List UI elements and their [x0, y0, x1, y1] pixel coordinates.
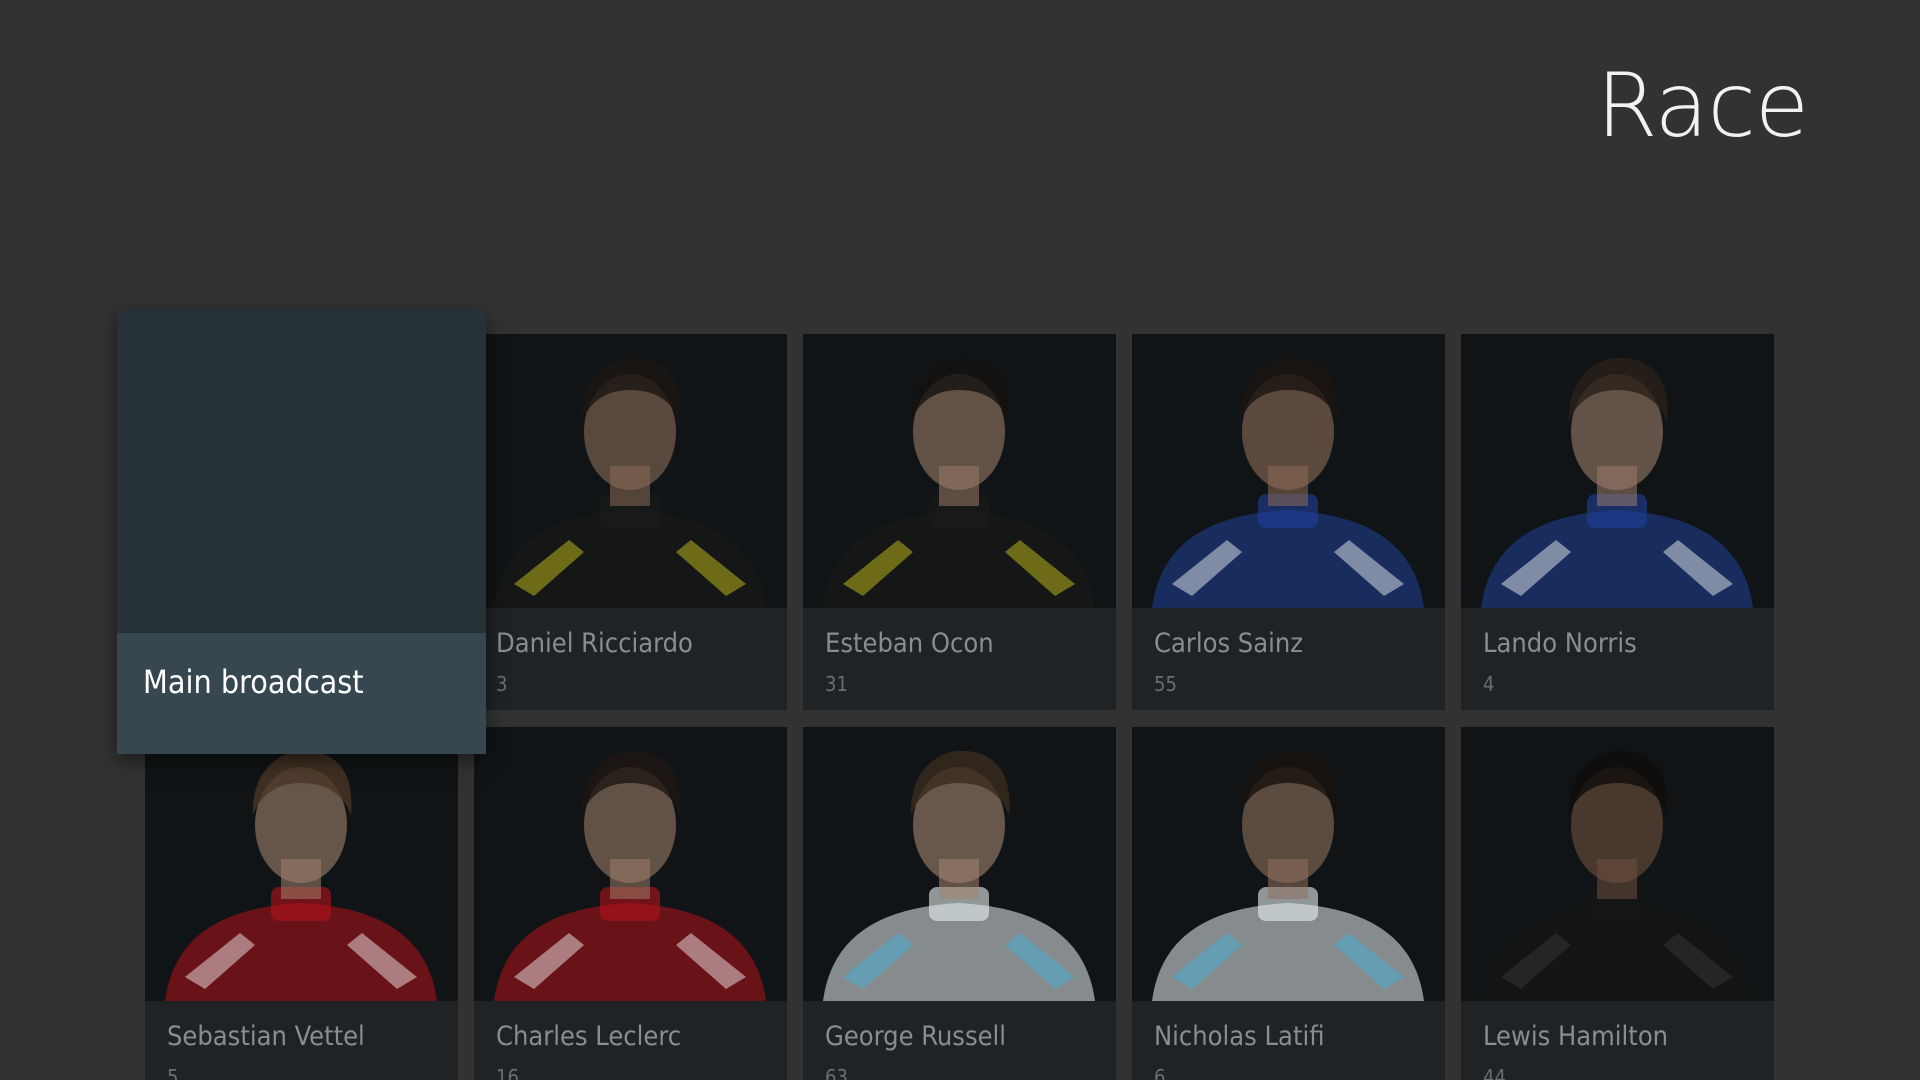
driver-name: Nicholas Latifi [1154, 1021, 1325, 1052]
main-broadcast-card[interactable]: Main broadcast [117, 310, 486, 754]
driver-portrait [494, 750, 766, 1001]
driver-photo [1132, 334, 1445, 608]
driver-info: Lewis Hamilton 44 [1461, 1001, 1774, 1080]
driver-portrait [1481, 750, 1753, 1001]
driver-name: Carlos Sainz [1154, 628, 1304, 659]
broadcast-label-area: Main broadcast [117, 633, 486, 754]
driver-photo [803, 727, 1116, 1001]
main-broadcast-label: Main broadcast [143, 663, 364, 701]
driver-card-leclerc[interactable]: Charles Leclerc 16 [474, 727, 787, 1080]
driver-number: 5 [167, 1065, 179, 1080]
driver-info: Daniel Ricciardo 3 [474, 608, 787, 710]
driver-info: Lando Norris 4 [1461, 608, 1774, 710]
driver-photo [474, 334, 787, 608]
driver-photo [803, 334, 1116, 608]
driver-portrait [165, 750, 437, 1001]
driver-info: Esteban Ocon 31 [803, 608, 1116, 710]
driver-name: Daniel Ricciardo [496, 628, 693, 659]
driver-card-norris[interactable]: Lando Norris 4 [1461, 334, 1774, 710]
driver-number: 4 [1483, 672, 1495, 696]
driver-info: Sebastian Vettel 5 [145, 1001, 458, 1080]
driver-card-ocon[interactable]: Esteban Ocon 31 [803, 334, 1116, 710]
driver-number: 55 [1154, 672, 1177, 696]
driver-name: Esteban Ocon [825, 628, 994, 659]
driver-card-hamilton[interactable]: Lewis Hamilton 44 [1461, 727, 1774, 1080]
driver-info: Carlos Sainz 55 [1132, 608, 1445, 710]
driver-number: 31 [825, 672, 848, 696]
race-screen: Race Daniel Ricciardo 3 Esteban Ocon 31 … [0, 0, 1920, 1080]
driver-name: Sebastian Vettel [167, 1021, 365, 1052]
driver-portrait [823, 750, 1095, 1001]
driver-number: 44 [1483, 1065, 1506, 1080]
driver-card-sainz[interactable]: Carlos Sainz 55 [1132, 334, 1445, 710]
driver-number: 16 [496, 1065, 519, 1080]
driver-card-latifi[interactable]: Nicholas Latifi 6 [1132, 727, 1445, 1080]
driver-number: 3 [496, 672, 508, 696]
driver-portrait [1481, 357, 1753, 608]
driver-name: George Russell [825, 1021, 1007, 1052]
driver-photo [474, 727, 787, 1001]
driver-photo [1461, 334, 1774, 608]
driver-info: George Russell 63 [803, 1001, 1116, 1080]
driver-card-ricciardo[interactable]: Daniel Ricciardo 3 [474, 334, 787, 710]
driver-portrait [1152, 750, 1424, 1001]
driver-portrait [1152, 357, 1424, 608]
driver-name: Charles Leclerc [496, 1021, 682, 1052]
driver-photo [145, 727, 458, 1001]
driver-name: Lando Norris [1483, 628, 1637, 659]
driver-card-vettel[interactable]: Sebastian Vettel 5 [145, 727, 458, 1080]
driver-photo [1461, 727, 1774, 1001]
driver-portrait [823, 357, 1095, 608]
driver-portrait [494, 357, 766, 608]
driver-info: Nicholas Latifi 6 [1132, 1001, 1445, 1080]
broadcast-preview [117, 310, 486, 633]
driver-photo [1132, 727, 1445, 1001]
driver-info: Charles Leclerc 16 [474, 1001, 787, 1080]
driver-number: 6 [1154, 1065, 1166, 1080]
driver-number: 63 [825, 1065, 848, 1080]
driver-card-russell[interactable]: George Russell 63 [803, 727, 1116, 1080]
driver-name: Lewis Hamilton [1483, 1021, 1669, 1052]
